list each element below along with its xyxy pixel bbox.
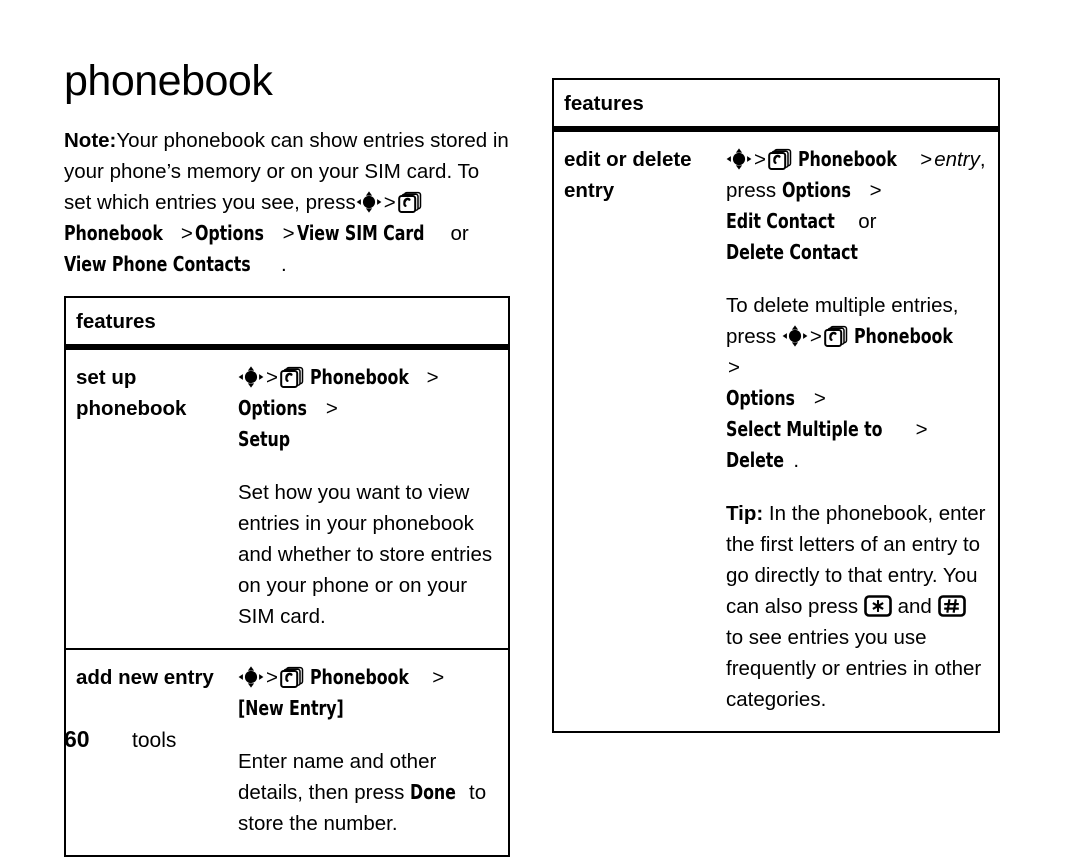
- feature-term: add new entry: [76, 666, 214, 689]
- navigation-key-icon: [726, 148, 752, 170]
- ui-label-delete: Delete: [726, 448, 784, 472]
- path-separator: >: [809, 325, 822, 348]
- press-word: press: [726, 179, 777, 202]
- page-number: 60: [64, 726, 90, 752]
- table-row: set up phonebook > Phonebook > Options > Se…: [66, 348, 508, 648]
- period: .: [793, 449, 800, 472]
- tip-and: and: [897, 595, 932, 618]
- feature-description: > Phonebook >entry, press Options >Edit C…: [726, 132, 998, 731]
- path-separator: >: [383, 191, 396, 214]
- star-key-icon: [864, 595, 892, 617]
- ui-label-phonebook: Phonebook: [309, 365, 409, 389]
- ui-label-view-sim-card: View SIM Card: [296, 221, 425, 245]
- note-period: .: [281, 253, 287, 276]
- note-or: or: [450, 222, 469, 245]
- tip-label: Tip:: [726, 502, 764, 525]
- ui-label-phonebook: Phonebook: [309, 665, 409, 689]
- ui-label-view-phone-contacts: View Phone Contacts: [64, 252, 251, 276]
- features-table-header: features: [554, 80, 998, 130]
- entry-placeholder: entry: [934, 148, 980, 171]
- feature-description: > Phonebook > Options > Setup Set how you w…: [238, 350, 508, 648]
- ui-label-new-entry: [New Entry]: [238, 696, 344, 720]
- ui-label-options: Options: [781, 178, 851, 202]
- path-separator: >: [754, 148, 766, 171]
- manual-page: phonebook Note:Your phonebook can show e…: [0, 0, 1080, 857]
- right-column: features edit or delete entry > Phoneboo…: [552, 78, 1000, 733]
- table-row: edit or delete entry > Phonebook >entry,…: [554, 130, 998, 731]
- phonebook-icon: [768, 148, 792, 170]
- ui-label-options: Options: [238, 396, 307, 420]
- path-separator: >: [325, 397, 338, 420]
- phonebook-icon: [280, 366, 304, 388]
- features-table-left: features set up phonebook > Phonebook > Op…: [64, 296, 510, 857]
- phonebook-icon: [280, 666, 304, 688]
- page-title: phonebook: [64, 57, 273, 105]
- ui-label-options: Options: [726, 386, 795, 410]
- press-word: press: [726, 325, 777, 348]
- navigation-key-icon: [238, 366, 264, 388]
- note-label: Note:: [64, 129, 117, 152]
- phonebook-icon: [397, 191, 422, 213]
- pound-key-icon: [937, 595, 966, 617]
- ui-label-phonebook: Phonebook: [64, 221, 163, 245]
- ui-label-select-multiple-to: Select Multiple to: [726, 417, 883, 441]
- feature-term: set up phonebook: [76, 366, 187, 420]
- path-separator: >: [813, 387, 826, 410]
- feature-body-part-1: Enter name and other details, then press: [238, 750, 437, 804]
- feature-body: Enter name and other details, then press…: [238, 746, 498, 839]
- navigation-key-icon: [238, 666, 264, 688]
- feature-path: > Phonebook > Options > Setup: [238, 362, 498, 455]
- path-separator: >: [180, 222, 193, 245]
- path-separator: >: [869, 179, 882, 202]
- ui-label-setup: Setup: [238, 427, 290, 451]
- path-separator: >: [266, 666, 278, 689]
- comma: ,: [979, 148, 986, 171]
- feature-term: edit or delete entry: [564, 148, 692, 202]
- feature-path: > Phonebook > [New Entry]: [238, 662, 498, 724]
- tip-paragraph: Tip: In the phonebook, enter the first l…: [726, 498, 988, 715]
- path-separator: >: [282, 222, 295, 245]
- phonebook-icon: [824, 325, 848, 347]
- feature-description: > Phonebook > [New Entry] Enter name and …: [238, 650, 508, 855]
- path-separator: >: [920, 148, 933, 171]
- path-separator: >: [426, 366, 439, 389]
- page-footer: 60 tools: [64, 726, 176, 753]
- ui-label-options: Options: [194, 221, 264, 245]
- feature-body: Set how you want to view entries in your…: [238, 481, 493, 628]
- path-separator: >: [266, 366, 278, 389]
- path-separator: >: [432, 666, 445, 689]
- path-separator: >: [915, 418, 928, 441]
- ui-label-phonebook: Phonebook: [853, 324, 953, 348]
- feature-path: > Phonebook >entry, press Options >Edit C…: [726, 144, 988, 268]
- or-word: or: [858, 210, 877, 233]
- features-table-right: features edit or delete entry > Phoneboo…: [552, 78, 1000, 733]
- delete-multiple-paragraph: To delete multiple entries, press > Phone…: [726, 290, 988, 476]
- ui-label-phonebook: Phonebook: [797, 147, 897, 171]
- delete-multiple-text: To delete multiple entries,: [726, 294, 959, 317]
- note-body: Your phonebook can show entries stored i…: [64, 129, 509, 214]
- path-separator: >: [728, 356, 740, 379]
- ui-label-delete-contact: Delete Contact: [726, 240, 858, 264]
- features-table-header: features: [66, 298, 508, 348]
- tip-text-part-2: to see entries you use frequently or ent…: [726, 626, 982, 711]
- navigation-key-icon: [782, 325, 808, 347]
- ui-label-done: Done: [410, 780, 456, 804]
- ui-label-edit-contact: Edit Contact: [726, 209, 835, 233]
- note-paragraph: Note:Your phonebook can show entries sto…: [64, 125, 510, 280]
- navigation-key-icon: [356, 191, 382, 213]
- running-head: tools: [132, 729, 177, 752]
